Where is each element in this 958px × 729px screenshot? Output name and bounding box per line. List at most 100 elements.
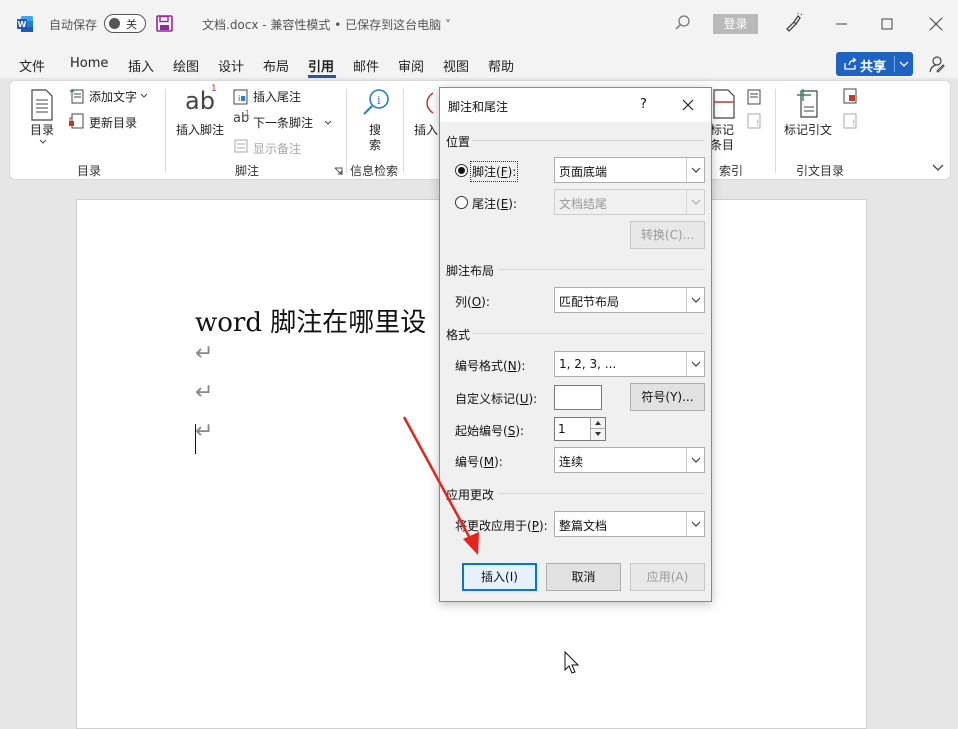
footnote-radio-label[interactable]: 脚注(F): — [469, 161, 519, 182]
cancel-button[interactable]: 取消 — [546, 563, 621, 591]
login-button[interactable]: 登录 — [713, 14, 758, 34]
apply-to-select[interactable]: 整篇文档 — [554, 511, 705, 537]
columns-select[interactable]: 匹配节布局 — [554, 287, 705, 313]
dropdown-arrow — [686, 190, 704, 214]
insert-footnote-button[interactable]: 插入脚注 — [176, 121, 224, 138]
maximize-icon[interactable] — [877, 14, 897, 34]
paragraph-mark: ↵ — [195, 380, 214, 405]
footnote-endnote-dialog: 脚注和尾注 ? 位置 脚注(F): 页面底端 尾注(E): 文档结尾 转换(C)… — [439, 87, 712, 602]
help-button[interactable]: ? — [640, 97, 647, 112]
footnote-radio[interactable] — [455, 164, 468, 177]
menu-home[interactable]: Home — [70, 56, 108, 71]
table-of-contents-icon[interactable] — [29, 89, 55, 121]
text-cursor — [195, 424, 196, 454]
minimize-icon[interactable] — [832, 14, 852, 34]
next-footnote-button[interactable]: 下一条脚注 — [253, 114, 313, 131]
endnote-position-select: 文档结尾 — [554, 189, 705, 215]
search-button-line2[interactable]: 索 — [369, 136, 381, 153]
autosave-state: 关 — [126, 18, 137, 31]
apply-to-label-text: 将更改应用于 — [455, 519, 528, 533]
document-heading[interactable]: word 脚注在哪里设 — [195, 302, 426, 339]
dropdown-arrow[interactable] — [686, 288, 704, 312]
section-divider — [498, 493, 705, 494]
endnote-radio[interactable] — [455, 196, 468, 209]
section-divider — [498, 269, 705, 270]
increment-button[interactable] — [590, 418, 605, 429]
update-toc-button[interactable]: 更新目录 — [89, 114, 137, 131]
close-icon[interactable] — [926, 14, 946, 34]
index-group-label: 索引 — [719, 164, 744, 178]
insert-endnote-button[interactable]: 插入尾注 — [253, 88, 301, 105]
insert-authorities-icon[interactable] — [842, 88, 858, 104]
menu-view[interactable]: 视图 — [443, 56, 469, 75]
menu-layout[interactable]: 布局 — [263, 56, 289, 75]
insert-endnote-icon: i — [233, 89, 248, 105]
chevron-down-icon — [691, 297, 701, 303]
comments-icon[interactable] — [926, 54, 946, 74]
numbering-label-text: 编号 — [455, 455, 480, 469]
start-at-access-key: S — [507, 424, 516, 438]
custom-mark-label: 自定义标记(U): — [455, 392, 538, 406]
autosave-toggle[interactable]: 关 — [104, 14, 146, 33]
mark-citation-icon[interactable] — [793, 87, 821, 119]
svg-text:i: i — [377, 94, 381, 107]
dialog-title: 脚注和尾注 — [448, 100, 509, 114]
dropdown-arrow[interactable] — [686, 158, 704, 182]
chevron-down-icon[interactable] — [39, 139, 47, 145]
toc-button[interactable]: 目录 — [30, 121, 54, 138]
search-icon[interactable]: i — [361, 87, 391, 117]
section-divider — [472, 140, 705, 141]
endnote-radio-label[interactable]: 尾注(E): — [472, 195, 517, 212]
menu-mailings[interactable]: 邮件 — [353, 56, 379, 75]
mark-entry-line2[interactable]: 条目 — [710, 136, 734, 153]
number-format-label: 编号格式(N): — [455, 359, 526, 373]
columns-label-text: 列 — [455, 295, 468, 309]
share-label: 共享 — [860, 60, 887, 75]
share-button[interactable]: 共享 — [836, 52, 913, 76]
brush-icon[interactable] — [783, 13, 803, 33]
toc-group-label: 目录 — [77, 164, 102, 178]
menu-file[interactable]: 文件 — [19, 56, 45, 75]
menu-review[interactable]: 审阅 — [398, 56, 424, 75]
insert-citation-button[interactable]: 插入 — [414, 121, 438, 138]
custom-mark-input[interactable] — [554, 385, 602, 410]
chevron-down-icon[interactable] — [899, 60, 909, 68]
collapse-ribbon-icon[interactable] — [932, 164, 944, 172]
start-at-value[interactable]: 1 — [558, 422, 566, 436]
footnote-position-select[interactable]: 页面底端 — [554, 157, 705, 183]
document-title[interactable]: 文档.docx - 兼容性模式 • 已保存到这台电脑 ˅ — [202, 16, 451, 33]
number-format-select[interactable]: 1, 2, 3, ... — [554, 351, 705, 377]
numbering-select[interactable]: 连续 — [554, 447, 705, 473]
numbering-value: 连续 — [559, 455, 584, 469]
authorities-group-label: 引文目录 — [796, 164, 845, 178]
dropdown-arrow[interactable] — [686, 352, 704, 376]
menu-insert[interactable]: 插入 — [128, 56, 154, 75]
search-icon[interactable] — [674, 14, 692, 32]
dialog-launcher-icon[interactable] — [334, 167, 343, 176]
columns-access-key: O — [471, 295, 482, 309]
menu-design[interactable]: 设计 — [218, 56, 244, 75]
dropdown-arrow[interactable] — [686, 448, 704, 472]
close-icon[interactable] — [682, 99, 694, 111]
insert-button[interactable]: 插入(I) — [462, 563, 537, 591]
start-at-stepper[interactable]: 1 — [554, 417, 606, 441]
menu-references[interactable]: 引用 — [308, 56, 334, 75]
menu-draw[interactable]: 绘图 — [173, 56, 199, 75]
update-authorities-icon: ! — [843, 113, 857, 129]
decrement-button[interactable] — [590, 429, 605, 440]
chevron-down-icon[interactable] — [324, 120, 332, 126]
custom-mark-label-text: 自定义标记 — [455, 392, 516, 406]
number-format-value: 1, 2, 3, ... — [559, 357, 617, 371]
add-text-button[interactable]: 添加文字 — [89, 88, 137, 105]
symbol-button[interactable]: 符号(Y)... — [630, 383, 705, 411]
mark-citation-button[interactable]: 标记引文 — [784, 121, 832, 138]
endnote-label-text: 尾注 — [472, 197, 497, 211]
custom-mark-access-key: U — [519, 392, 529, 406]
save-icon[interactable] — [156, 15, 173, 32]
menu-help[interactable]: 帮助 — [488, 56, 514, 75]
chevron-down-icon[interactable] — [140, 93, 148, 99]
apply-to-label: 将更改应用于(P): — [455, 519, 548, 533]
dropdown-arrow[interactable] — [686, 512, 704, 536]
insert-index-icon[interactable] — [746, 89, 762, 105]
mark-entry-icon[interactable] — [713, 89, 735, 119]
